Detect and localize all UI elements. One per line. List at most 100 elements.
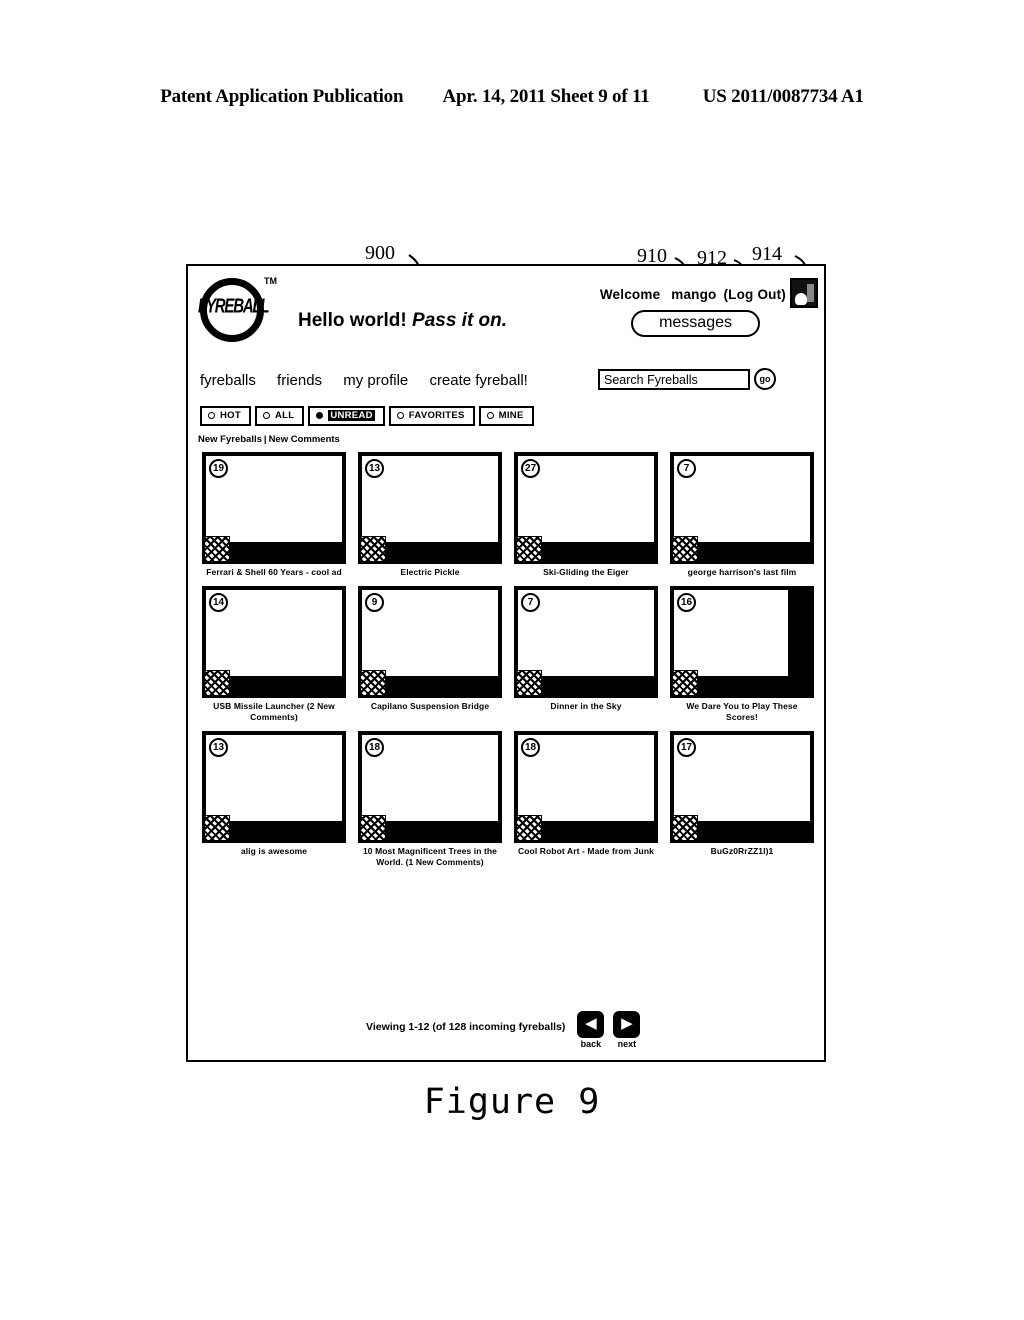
back-control[interactable]: ◀ back (577, 1011, 605, 1049)
fyreball-cell[interactable]: 14 USB Missile Launcher (2 New Comments) (202, 585, 346, 723)
sublink-new-fyreballs[interactable]: New Fyreballs (198, 434, 262, 445)
fyreball-caption[interactable]: USB Missile Launcher (2 New Comments) (202, 701, 346, 723)
fyreball-cell[interactable]: 27 Ski-Gliding the Eiger (514, 452, 658, 578)
fyreball-caption[interactable]: BuGz0RrZZ1l)1 (670, 846, 814, 857)
comment-count-badge: 13 (209, 737, 228, 757)
filter-unread[interactable]: UNREAD (308, 406, 385, 426)
trademark-icon: TM (264, 276, 277, 286)
sender-avatar-icon[interactable] (672, 536, 698, 562)
fyreball-caption[interactable]: Capilano Suspension Bridge (358, 701, 502, 712)
fyreball-caption[interactable]: Ski-Gliding the Eiger (514, 567, 658, 578)
back-label: back (580, 1039, 602, 1049)
fyreball-thumbnail[interactable]: 16 (670, 585, 814, 698)
patent-date-sheet: Apr. 14, 2011 Sheet 9 of 11 (442, 86, 650, 107)
sender-avatar-icon[interactable] (516, 814, 542, 841)
filter-mine-label: MINE (498, 410, 524, 421)
nav-item-my-profile[interactable]: my profile (343, 372, 408, 389)
filter-unread-label: UNREAD (328, 410, 375, 421)
fyreball-thumbnail[interactable]: 18 (514, 730, 658, 843)
search-input[interactable] (600, 371, 748, 389)
filter-mine[interactable]: MINE (478, 406, 534, 426)
fyreball-cell[interactable]: 7 george harrison's last film (670, 452, 814, 578)
comment-count-badge: 16 (677, 592, 696, 612)
fyreball-caption[interactable]: We Dare You to Play These Scores! (670, 701, 814, 723)
patent-number: US 2011/0087734 A1 (702, 86, 864, 107)
comment-count-badge: 18 (521, 737, 540, 757)
fyreball-cell[interactable]: 19 Ferrari & Shell 60 Years - cool ad (202, 452, 346, 578)
tagline-plain: Hello world! (298, 310, 407, 331)
comment-count-badge: 27 (521, 459, 540, 478)
sender-avatar-icon[interactable] (360, 536, 386, 562)
sender-avatar-icon[interactable] (672, 669, 698, 696)
logo-wordmark: FYREBALL (198, 295, 270, 318)
sender-avatar-icon[interactable] (204, 669, 230, 696)
nav-item-create-fyreball[interactable]: create fyreball! (429, 372, 527, 389)
fyreball-caption[interactable]: Ferrari & Shell 60 Years - cool ad (202, 567, 346, 578)
pagination-bar: Viewing 1-12 (of 128 incoming fyreballs)… (366, 1011, 641, 1049)
sender-avatar-icon[interactable] (516, 669, 542, 696)
search-box[interactable] (598, 369, 750, 390)
sender-avatar-icon[interactable] (360, 669, 386, 696)
logout-link[interactable]: (Log Out) (723, 287, 786, 302)
fyreball-cell[interactable]: 13 alig is awesome (202, 730, 346, 868)
sender-avatar-icon[interactable] (360, 814, 386, 841)
comment-count-badge: 19 (209, 459, 228, 478)
fyreball-app-window: FYREBALL TM Hello world! Pass it on. Wel… (186, 264, 826, 1062)
comment-count-badge: 17 (677, 737, 696, 757)
next-arrow-icon[interactable]: ▶ (613, 1011, 641, 1038)
filter-hot-label: HOT (220, 410, 241, 421)
radio-icon (396, 412, 404, 419)
comment-count-badge: 13 (365, 459, 384, 478)
messages-button[interactable]: messages (631, 310, 760, 337)
fyreball-cell[interactable]: 16 We Dare You to Play These Scores! (670, 585, 814, 723)
filter-favorites[interactable]: FAVORITES (388, 406, 475, 426)
nav-item-friends[interactable]: friends (277, 372, 322, 389)
filter-hot[interactable]: HOT (200, 406, 251, 426)
fyreball-cell[interactable]: 18 10 Most Magnificent Trees in the Worl… (358, 730, 502, 868)
sender-avatar-icon[interactable] (204, 814, 230, 841)
fyreball-cell[interactable]: 9 Capilano Suspension Bridge (358, 585, 502, 723)
fyreball-thumbnail[interactable]: 14 (202, 585, 346, 698)
filter-all[interactable]: ALL (254, 406, 305, 426)
fyreball-cell[interactable]: 7 Dinner in the Sky (514, 585, 658, 723)
radio-icon (486, 412, 494, 419)
comment-count-badge: 7 (521, 592, 540, 612)
sender-avatar-icon[interactable] (672, 814, 698, 841)
sub-navigation: New Fyreballs | New Comments (198, 434, 340, 445)
fyreball-caption[interactable]: Dinner in the Sky (514, 701, 658, 712)
fyreball-thumbnail[interactable]: 27 (514, 452, 658, 564)
sublink-separator: | (263, 434, 267, 445)
sender-avatar-icon[interactable] (516, 536, 542, 562)
fyreball-caption[interactable]: Electric Pickle (358, 567, 502, 578)
page-tagline: Hello world! Pass it on. (298, 310, 507, 332)
welcome-label: Welcome (599, 287, 661, 302)
fyreball-thumbnail[interactable]: 7 (670, 452, 814, 564)
fyreball-thumbnail[interactable]: 13 (202, 730, 346, 843)
search-go-button[interactable]: go (754, 368, 776, 390)
fyreball-cell[interactable]: 13 Electric Pickle (358, 452, 502, 578)
fyreball-cell[interactable]: 17 BuGz0RrZZ1l)1 (670, 730, 814, 868)
sender-avatar-icon[interactable] (204, 536, 230, 562)
fyreball-caption[interactable]: alig is awesome (202, 846, 346, 857)
fyreball-thumbnail[interactable]: 7 (514, 585, 658, 698)
fyreball-thumbnail[interactable]: 9 (358, 585, 502, 698)
fyreball-logo[interactable]: FYREBALL TM (198, 274, 277, 346)
viewing-count-label: Viewing 1-12 (of 128 incoming fyreballs) (366, 1021, 566, 1033)
fyreball-cell[interactable]: 18 Cool Robot Art - Made from Junk (514, 730, 658, 868)
fyreball-thumbnail[interactable]: 13 (358, 452, 502, 564)
pagination-buttons: ◀ back ▶ next (577, 1011, 641, 1049)
user-avatar[interactable] (790, 278, 818, 308)
nav-item-fyreballs[interactable]: fyreballs (200, 372, 256, 389)
fyreball-thumbnail[interactable]: 19 (202, 452, 346, 564)
filter-all-label: ALL (274, 410, 295, 421)
fyreball-caption[interactable]: george harrison's last film (670, 567, 814, 578)
next-control[interactable]: ▶ next (613, 1011, 641, 1049)
fyreball-caption[interactable]: Cool Robot Art - Made from Junk (514, 846, 658, 857)
fyreball-thumbnail[interactable]: 17 (670, 730, 814, 843)
fyreball-thumbnail[interactable]: 18 (358, 730, 502, 843)
patent-header: Patent Application Publication Apr. 14, … (0, 86, 1024, 108)
comment-count-badge: 9 (365, 592, 384, 612)
sublink-new-comments[interactable]: New Comments (269, 434, 340, 445)
back-arrow-icon[interactable]: ◀ (577, 1011, 605, 1038)
fyreball-caption[interactable]: 10 Most Magnificent Trees in the World. … (358, 846, 502, 868)
